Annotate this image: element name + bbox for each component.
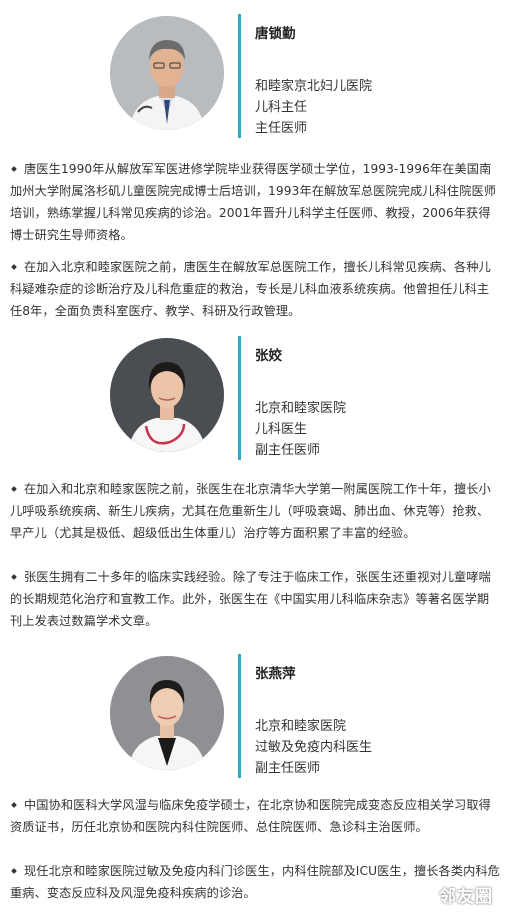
doctor-card-1: 唐锁勤 和睦家京北妇儿医院 儿科主任 主任医师: [0, 0, 505, 140]
bullet-icon: [11, 868, 17, 874]
doctor-3-paragraph-2: 现任北京和睦家医院过敏及免疫内科门诊医生，内科住院部及ICU医生，擅长各类内科危…: [10, 864, 500, 900]
doctor-3-paragraph-1: 中国协和医科大学风湿与临床免疫学硕士，在北京协和医院完成变态反应相关学习取得资质…: [10, 798, 491, 834]
doctor-name: 唐锁勤: [255, 26, 296, 42]
doctor-name: 张姣: [255, 348, 282, 364]
doctor-info: 和睦家京北妇儿医院 儿科主任 主任医师: [255, 76, 372, 139]
bullet-icon: [11, 574, 17, 580]
doctor-hospital: 和睦家京北妇儿医院: [255, 79, 373, 94]
doctor-photo: [110, 16, 224, 130]
bullet-icon: [11, 486, 17, 492]
watermark: 邻友圈: [439, 887, 493, 907]
doctor-1-paragraph-2: 在加入北京和睦家医院之前，唐医生在解放军总医院工作，擅长儿科常见疾病、各种儿科疑…: [10, 260, 491, 318]
doctor-title: 副主任医师: [255, 443, 321, 458]
doctor-card-3: 张燕萍 北京和睦家医院 过敏及免疫内科医生 副主任医师: [0, 640, 505, 780]
avatar: [110, 338, 224, 452]
doctor-title: 副主任医师: [255, 761, 321, 776]
doctor-card-2: 张姣 北京和睦家医院 儿科医生 副主任医师: [0, 322, 505, 462]
doctor-info: 北京和睦家医院 过敏及免疫内科医生 副主任医师: [255, 716, 372, 779]
accent-bar: [238, 336, 241, 460]
accent-bar: [238, 654, 241, 778]
doctor-2-paragraph-2: 张医生拥有二十多年的临床实践经验。除了专注于临床工作，张医生还重视对儿童哮喘的长…: [10, 570, 491, 628]
doctor-1-paragraph-1: 唐医生1990年从解放军军医进修学院毕业获得医学硕士学位，1993-1996年在…: [10, 162, 497, 242]
bullet-icon: [11, 264, 17, 270]
bullet-icon: [11, 802, 17, 808]
doctor-department: 儿科主任: [255, 100, 308, 115]
doctor-name: 张燕萍: [255, 666, 296, 682]
doctor-title: 主任医师: [255, 121, 308, 136]
avatar: [110, 656, 224, 770]
doctor-info: 北京和睦家医院 儿科医生 副主任医师: [255, 398, 346, 461]
bullet-icon: [11, 166, 17, 172]
doctor-department: 儿科医生: [255, 422, 308, 437]
doctor-2-paragraph-1: 在加入和北京和睦家医院之前，张医生在北京清华大学第一附属医院工作十年，擅长小儿呼…: [10, 482, 491, 540]
doctor-department: 过敏及免疫内科医生: [255, 740, 373, 755]
doctor-hospital: 北京和睦家医院: [255, 719, 347, 734]
doctor-photo: [110, 338, 224, 452]
doctor-photo: [110, 656, 224, 770]
doctor-hospital: 北京和睦家医院: [255, 401, 347, 416]
accent-bar: [238, 14, 241, 138]
avatar: [110, 16, 224, 130]
